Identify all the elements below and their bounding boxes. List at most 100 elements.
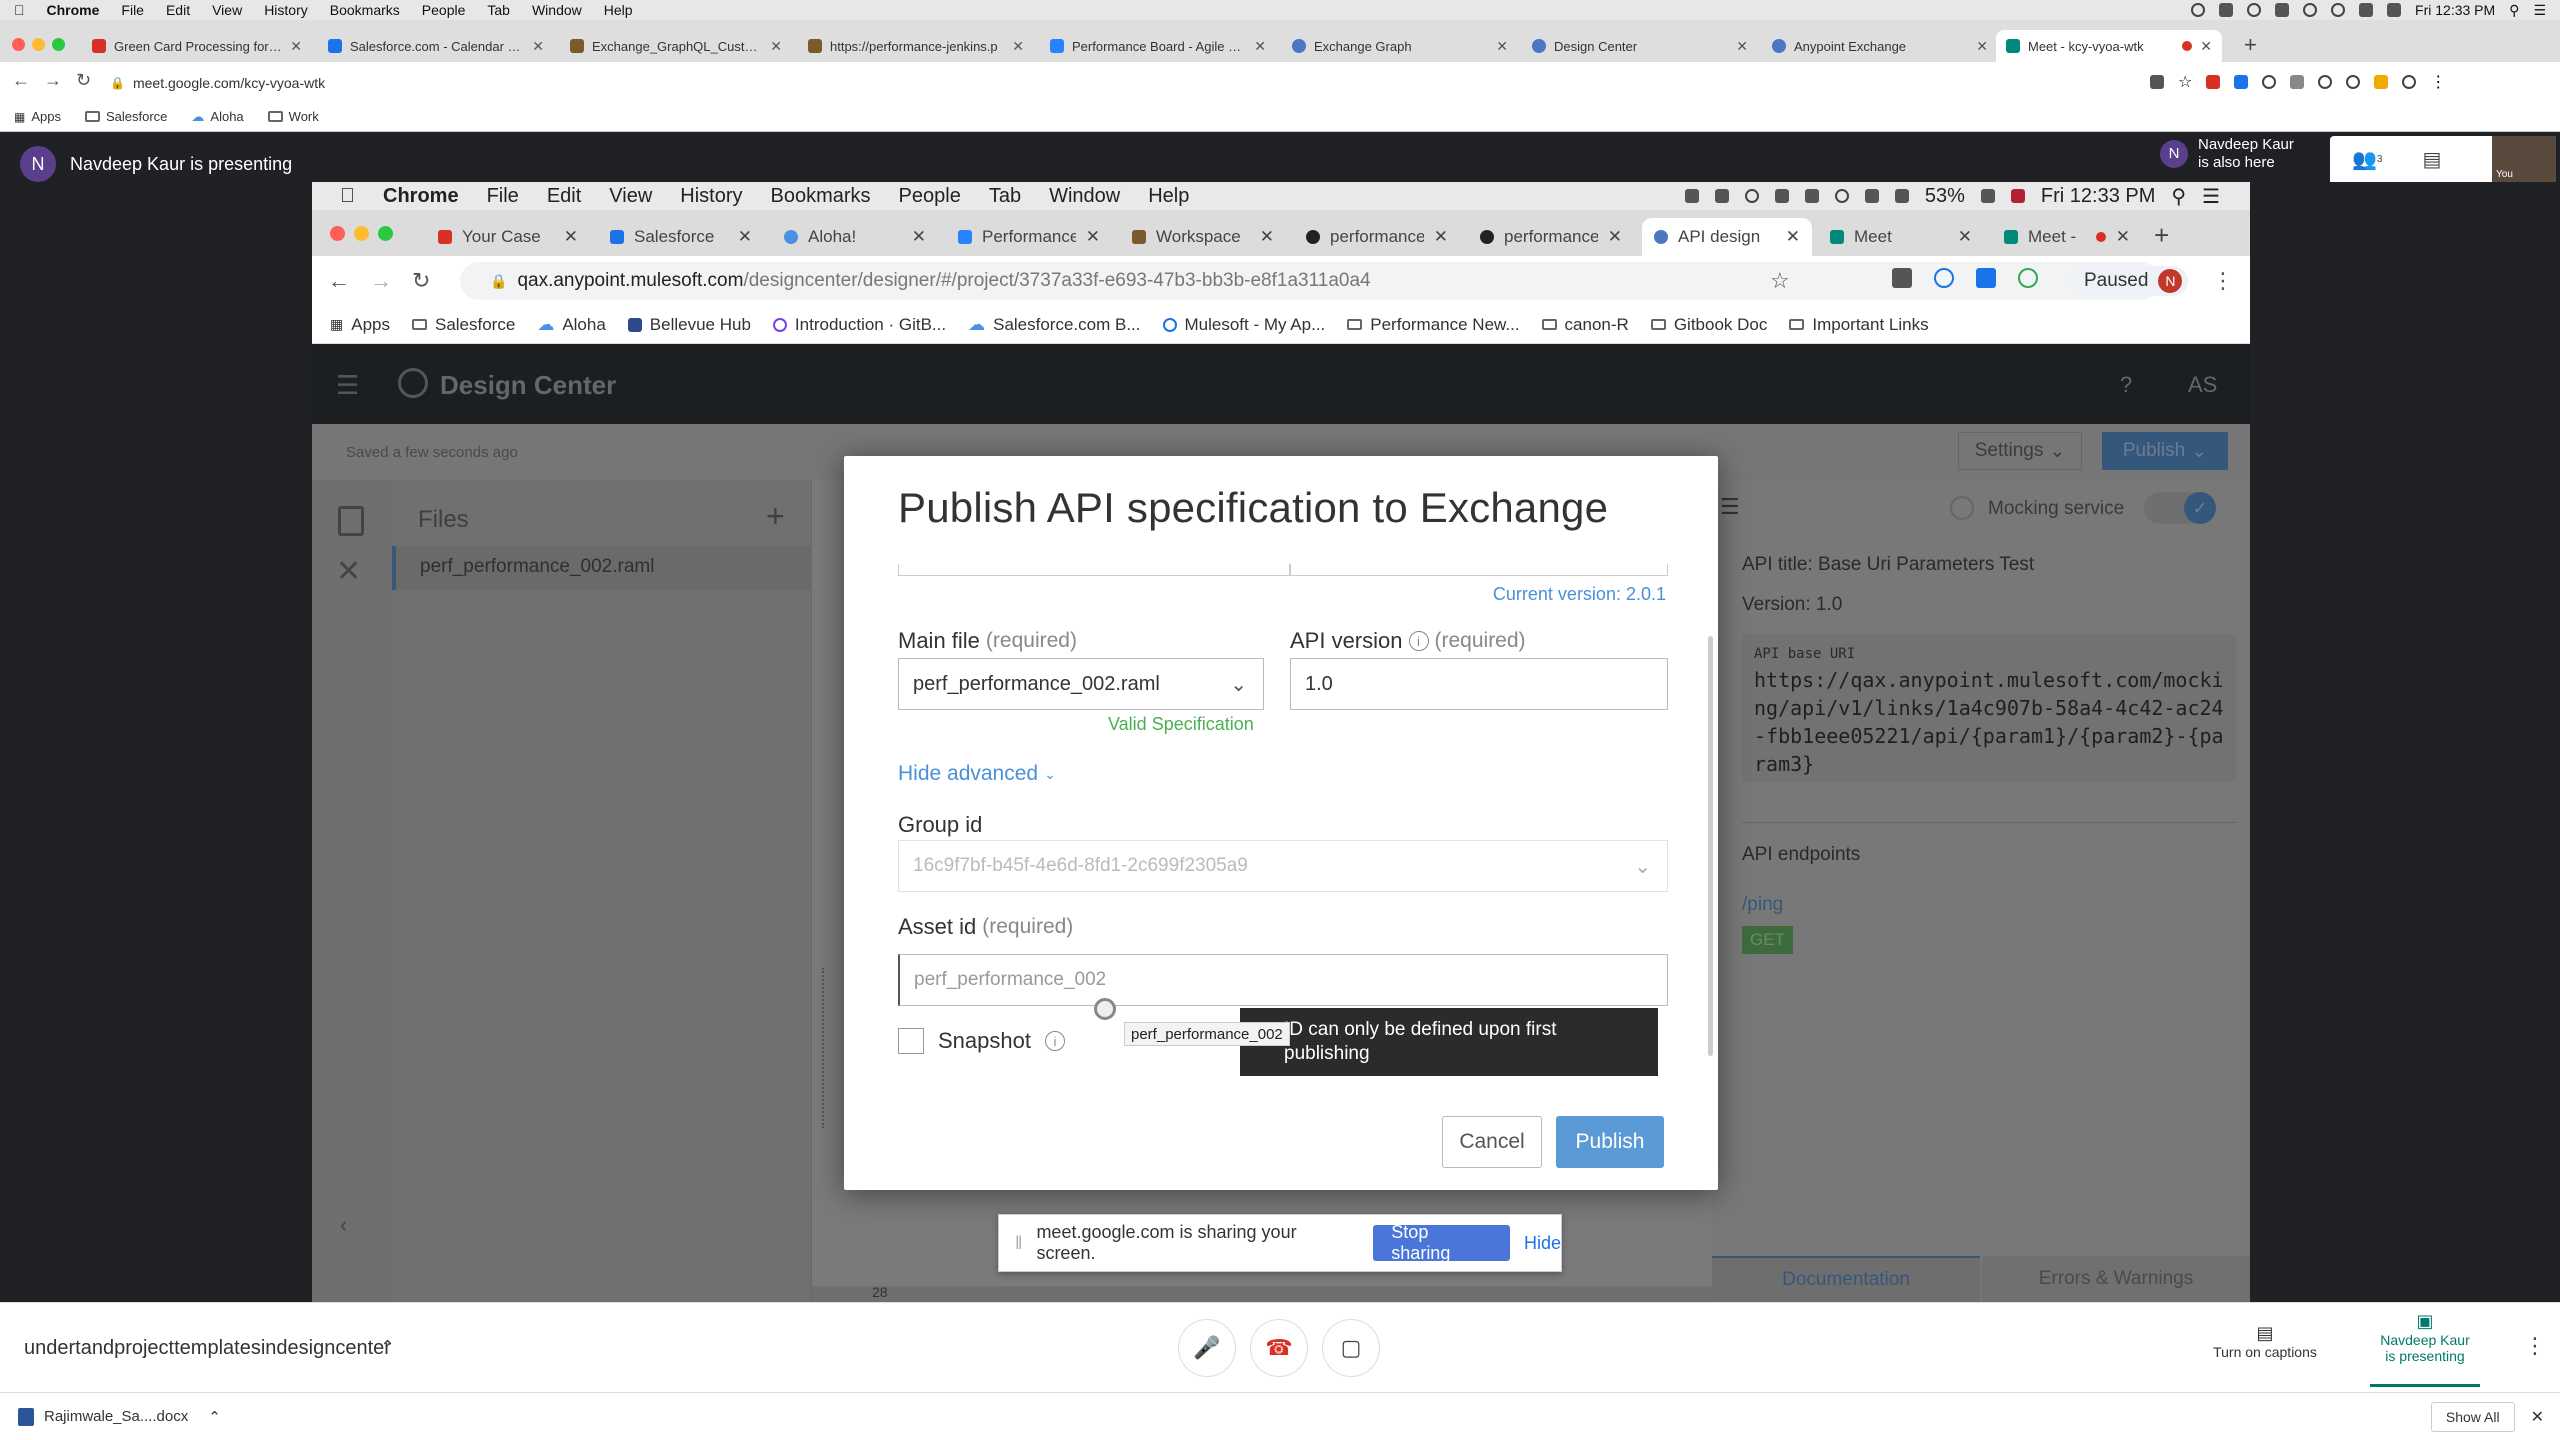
lock-icon: 🔒 <box>110 76 125 90</box>
star-icon[interactable]: ☆ <box>2178 72 2192 92</box>
browser-tab[interactable]: https://performance-jenkins.p ✕ <box>798 30 1034 62</box>
captions-button[interactable]: ▤ Turn on captions <box>2210 1323 2320 1360</box>
menu-bookmarks[interactable]: Bookmarks <box>330 2 400 18</box>
chevron-up-icon[interactable]: ⌃ <box>380 1337 395 1358</box>
profile-icon[interactable] <box>2402 75 2417 89</box>
chevron-up-icon[interactable]: ⌃ <box>208 1408 221 1426</box>
menu-app-name[interactable]: Chrome <box>47 2 100 18</box>
tab-title: Green Card Processing for Sa <box>114 38 283 54</box>
close-tab-icon[interactable]: ✕ <box>2200 38 2212 55</box>
forward-icon[interactable]: → <box>44 70 62 91</box>
time-machine-icon[interactable] <box>2303 3 2318 17</box>
back-icon[interactable]: ← <box>12 70 30 91</box>
menu-kebab-icon[interactable]: ⋮ <box>2430 72 2446 92</box>
extension-icon <box>1934 268 1954 288</box>
sync-icon[interactable] <box>2247 3 2262 17</box>
reload-icon[interactable]: ↻ <box>76 70 91 91</box>
show-all-button[interactable]: Show All <box>2430 1401 2515 1432</box>
apple-icon[interactable]:  <box>14 2 25 18</box>
bluetooth-icon[interactable] <box>2331 3 2346 17</box>
also-here-chip[interactable]: N Navdeep Kaur is also here <box>2160 136 2294 172</box>
browser-tab[interactable]: Exchange Graph ✕ <box>1282 30 1518 62</box>
camera-icon[interactable] <box>2150 75 2164 89</box>
drag-handle-icon[interactable]: ‖ <box>1015 1233 1022 1254</box>
cancel-button[interactable]: Cancel <box>1442 1116 1542 1168</box>
bookmark-salesforce[interactable]: Salesforce <box>84 109 167 124</box>
browser-tab[interactable]: Design Center ✕ <box>1522 30 1758 62</box>
address-bar[interactable]: 🔒 meet.google.com/kcy-vyoa-wtk <box>110 70 325 96</box>
extension-icon[interactable] <box>2206 75 2221 89</box>
camera-button[interactable]: ▢ <box>1322 1319 1380 1377</box>
main-file-select[interactable]: perf_performance_002.raml ⌄ <box>898 658 1264 710</box>
browser-tab[interactable]: Exchange_GraphQL_Custom_A ✕ <box>560 30 792 62</box>
extension-icon[interactable] <box>2346 75 2361 89</box>
close-tab-icon[interactable]: ✕ <box>1736 38 1748 55</box>
people-button[interactable]: 👥 3 <box>2352 147 2382 172</box>
info-icon[interactable]: i <box>1408 631 1429 651</box>
close-tab-icon[interactable]: ✕ <box>290 38 302 55</box>
extension-icon[interactable] <box>2290 75 2305 89</box>
wifi-icon[interactable] <box>2359 3 2374 17</box>
tab-title: Salesforce <box>634 227 715 246</box>
hang-up-button[interactable]: ☎ <box>1250 1319 1308 1377</box>
hide-advanced-link[interactable]: Hide advanced ⌄ <box>898 762 1056 786</box>
battery-icon[interactable] <box>2387 3 2402 17</box>
hide-button[interactable]: Hide <box>1524 1233 1561 1254</box>
more-options-icon[interactable]: ⋮ <box>2524 1333 2546 1359</box>
menu-help[interactable]: Help <box>604 2 633 18</box>
chat-icon[interactable]: ▤ <box>2422 147 2441 172</box>
menu-history[interactable]: History <box>264 2 308 18</box>
browser-tab[interactable]: Performance Board - Agile Boa ✕ <box>1040 30 1276 62</box>
menu-tab[interactable]: Tab <box>487 2 510 18</box>
menu-window[interactable]: Window <box>532 2 582 18</box>
snapshot-checkbox[interactable] <box>898 1028 924 1054</box>
menu-people[interactable]: People <box>422 2 466 18</box>
browser-tab[interactable]: Green Card Processing for Sa ✕ <box>82 30 312 62</box>
stop-sharing-button[interactable]: Stop sharing <box>1373 1222 1510 1263</box>
bookmark-work[interactable]: Work <box>267 109 319 124</box>
close-downloads-icon[interactable]: ✕ <box>2531 1407 2544 1427</box>
window-minimize-button[interactable] <box>32 38 45 51</box>
close-tab-icon[interactable]: ✕ <box>1012 38 1024 55</box>
status-icon[interactable] <box>2191 3 2206 17</box>
window-close-button[interactable] <box>12 38 25 51</box>
menubar-clock[interactable]: Fri 12:33 PM <box>2415 2 2495 18</box>
browser-tab-active[interactable]: Meet - kcy-vyoa-wtk ✕ <box>1996 30 2222 62</box>
extension-icon[interactable] <box>2374 75 2389 89</box>
close-tab-icon[interactable]: ✕ <box>1496 38 1508 55</box>
self-video-tile[interactable]: You <box>2492 136 2556 182</box>
menu-edit[interactable]: Edit <box>166 2 190 18</box>
tab-title: Your Case <box>462 227 541 246</box>
extension-icon[interactable] <box>2318 75 2333 89</box>
close-tab-icon[interactable]: ✕ <box>770 38 782 55</box>
control-center-icon[interactable]: ☰ <box>2533 2 2546 19</box>
info-icon[interactable]: i <box>1044 1031 1065 1051</box>
bookmark-aloha[interactable]: ☁ Aloha <box>191 109 243 125</box>
group-id-select[interactable]: 16c9f7bf-b45f-4e6d-8fd1-2c699f2305a9 ⌄ <box>898 840 1668 892</box>
extension-icon[interactable] <box>2234 75 2249 89</box>
publish-button[interactable]: Publish <box>1556 1116 1664 1168</box>
snapshot-label: Snapshot <box>938 1028 1031 1053</box>
close-tab-icon[interactable]: ✕ <box>1976 38 1988 55</box>
download-item[interactable]: Rajimwale_Sa....docx ⌃ <box>18 1407 221 1426</box>
cloud-icon[interactable] <box>2219 3 2234 17</box>
presenting-button[interactable]: ▣ Navdeep Kaur is presenting <box>2370 1311 2480 1387</box>
bookmark: Introduction · GitB... <box>772 315 946 335</box>
window-zoom-button[interactable] <box>52 38 65 51</box>
microphone-button[interactable]: 🎤 <box>1178 1319 1236 1377</box>
meeting-name[interactable]: undertandprojecttemplatesindesigncenter <box>24 1337 391 1360</box>
close-tab-icon[interactable]: ✕ <box>1254 38 1266 55</box>
asset-id-input[interactable]: perf_performance_002 <box>898 954 1668 1006</box>
close-tab-icon[interactable]: ✕ <box>532 38 544 55</box>
extension-icon[interactable] <box>2262 75 2277 89</box>
bookmark-apps[interactable]: ▦ Apps <box>14 109 61 124</box>
menu-file[interactable]: File <box>121 2 144 18</box>
menu-view[interactable]: View <box>212 2 242 18</box>
browser-tab[interactable]: Anypoint Exchange ✕ <box>1762 30 1998 62</box>
spotlight-icon[interactable]: ⚲ <box>2509 2 2519 19</box>
new-tab-button[interactable]: + <box>2244 32 2257 58</box>
cloud-icon[interactable] <box>2275 3 2290 17</box>
api-version-input[interactable]: 1.0 <box>1290 658 1668 710</box>
browser-tab[interactable]: Salesforce.com - Calendar - W ✕ <box>318 30 554 62</box>
modal-scrollbar[interactable] <box>1708 636 1713 1056</box>
